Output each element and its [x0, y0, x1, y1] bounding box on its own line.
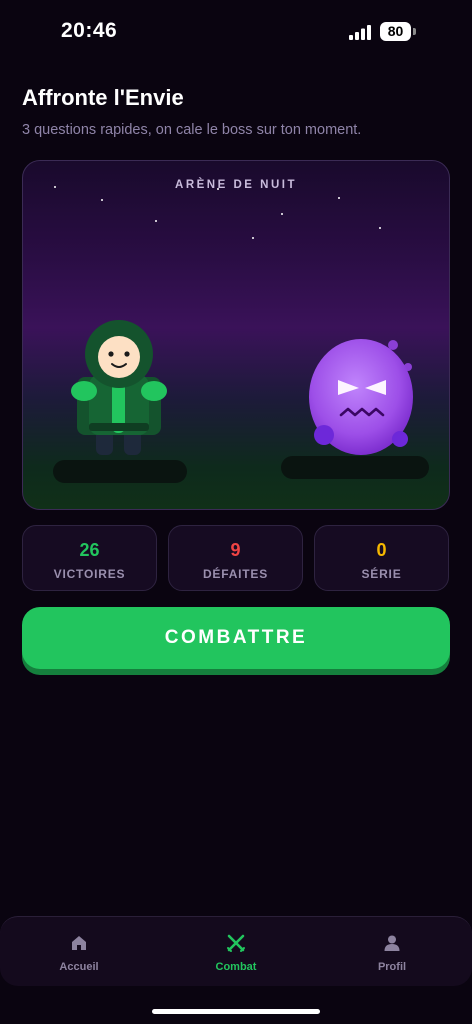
- angry-purple-blob-icon: [309, 339, 413, 455]
- nav-item-profile[interactable]: Profil: [332, 917, 452, 987]
- nav-label-profile: Profil: [377, 961, 407, 973]
- stat-victories: 26 VICTOIRES: [22, 525, 157, 591]
- user-icon: [384, 935, 400, 951]
- stat-streak: 0 SÉRIE: [314, 525, 449, 591]
- status-bar: 20:46 80: [0, 0, 472, 64]
- stat-value: 0: [376, 540, 387, 560]
- stat-label: VICTOIRES: [53, 567, 126, 581]
- star-icon: [379, 227, 381, 229]
- page-title: Affronte l'Envie: [22, 85, 184, 110]
- nav-label-combat: Combat: [215, 961, 257, 973]
- crossed-swords-icon: [227, 934, 245, 952]
- stat-value: 26: [79, 540, 100, 560]
- cellular-signal-icon: [349, 25, 371, 40]
- star-icon: [101, 199, 103, 201]
- stat-defeats: 9 DÉFAITES: [168, 525, 303, 591]
- fight-button[interactable]: COMBATTRE: [22, 607, 450, 669]
- nav-item-home[interactable]: Accueil: [19, 917, 139, 987]
- nav-label-home: Accueil: [59, 961, 99, 973]
- boss-platform: [281, 456, 429, 479]
- nav-item-combat[interactable]: Combat: [176, 917, 296, 987]
- home-icon: [72, 936, 86, 950]
- page-subtitle: 3 questions rapides, on cale le boss sur…: [22, 122, 362, 138]
- battery-icon: 80: [380, 22, 416, 41]
- star-icon: [54, 186, 56, 188]
- stat-label: SÉRIE: [361, 567, 402, 581]
- bottom-nav: Accueil Combat Profil: [0, 916, 472, 986]
- stat-value: 9: [230, 540, 241, 560]
- home-indicator[interactable]: [152, 1009, 320, 1014]
- star-icon: [252, 237, 254, 239]
- star-icon: [155, 220, 157, 222]
- arena-title: ARÈNE DE NUIT: [175, 179, 297, 191]
- night-arena: ARÈNE DE NUIT: [22, 160, 450, 510]
- hooded-hero-icon: [71, 320, 167, 455]
- battery-level: 80: [380, 22, 411, 41]
- status-time: 20:46: [61, 19, 118, 42]
- star-icon: [217, 188, 219, 190]
- star-icon: [338, 197, 340, 199]
- star-icon: [281, 213, 283, 215]
- stat-label: DÉFAITES: [202, 567, 269, 581]
